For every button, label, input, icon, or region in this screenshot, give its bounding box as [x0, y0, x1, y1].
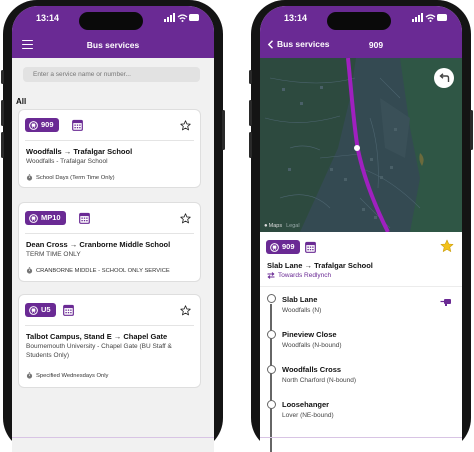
card-divider	[25, 325, 194, 326]
app-bar: 13:14 Bus services	[12, 6, 214, 58]
service-number: U5	[41, 305, 51, 314]
stop-name: Woodfalls Cross	[282, 365, 342, 374]
map-attribution: ● Maps Legal	[264, 223, 300, 229]
stop-location: Lover (NE-bound)	[282, 412, 334, 419]
service-note: Specified Wednesdays Only	[26, 372, 108, 379]
phone-button	[1, 100, 4, 126]
route-subtitle: Woodfalls - Trafalgar School	[26, 158, 108, 165]
dynamic-island	[79, 12, 143, 30]
page-title: 909	[368, 40, 384, 50]
route-subtitle: TERM TIME ONLY	[26, 251, 81, 258]
route-title: Woodfalls → Trafalgar School	[26, 147, 133, 156]
phone-frame-right: 13:14 Bus services 909 ● Maps Legal 909 …	[249, 0, 473, 452]
bus-services-screen: 13:14 Bus services Enter a service name …	[12, 6, 214, 452]
route-map[interactable]: ● Maps Legal	[260, 58, 462, 232]
timetable-icon[interactable]	[63, 304, 74, 316]
phone-button	[222, 110, 225, 150]
chevron-left-icon	[267, 39, 273, 49]
apple-logo-icon: ●	[264, 223, 268, 229]
recenter-arrow-icon	[438, 73, 449, 82]
bus-icon	[29, 213, 38, 223]
status-time: 13:14	[284, 13, 308, 23]
stop-marker	[267, 365, 276, 374]
status-icons	[412, 13, 447, 22]
stop-location: North Charford (N-bound)	[282, 377, 357, 384]
recenter-button[interactable]	[434, 68, 454, 88]
favourite-star-icon[interactable]	[180, 120, 191, 131]
stop-marker	[267, 330, 276, 339]
service-note: School Days (Term Time Only)	[26, 174, 115, 181]
stop-location: Woodfalls (N)	[282, 307, 322, 314]
route-title: Slab Lane → Trafalgar School	[267, 261, 373, 270]
route-subtitle: Bournemouth University - Chapel Gate (BU…	[26, 343, 172, 359]
stopwatch-icon	[26, 372, 33, 379]
section-label: All	[16, 97, 27, 106]
route-title: Talbot Campus, Stand E → Chapel Gate	[26, 332, 168, 341]
service-badge: 909	[25, 118, 59, 132]
service-number: MP10	[41, 213, 61, 222]
service-card[interactable]: U5 Talbot Campus, Stand E → Chapel Gate …	[18, 294, 201, 388]
status-time: 13:14	[36, 13, 60, 23]
card-divider	[25, 233, 194, 234]
phone-button	[249, 100, 252, 126]
stop-location: Woodfalls (N-bound)	[282, 342, 342, 349]
status-icons	[164, 13, 199, 22]
service-note: CRANBORNE MIDDLE - SCHOOL ONLY SERVICE	[26, 267, 170, 274]
app-bar: 13:14 Bus services 909	[260, 6, 462, 58]
stop-marker	[267, 294, 276, 303]
service-card[interactable]: MP10 Dean Cross → Cranborne Middle Schoo…	[18, 202, 201, 282]
bus-icon	[29, 120, 38, 130]
bottom-divider	[12, 437, 214, 438]
timetable-icon[interactable]	[305, 241, 316, 253]
dynamic-island	[327, 12, 391, 30]
swap-arrows-icon	[267, 272, 275, 279]
stop-name: Slab Lane	[282, 295, 318, 304]
direction-toggle[interactable]: Towards Redlynch	[267, 272, 331, 279]
bus-icon	[29, 305, 38, 315]
panel-divider	[260, 286, 462, 287]
favourite-star-icon[interactable]	[180, 213, 191, 224]
stop-marker	[267, 400, 276, 409]
arrow-right-icon: →	[69, 240, 78, 249]
favourite-star-filled-icon[interactable]	[440, 239, 454, 253]
bottom-divider	[260, 437, 462, 438]
bus-stop-pointer-icon	[440, 299, 451, 306]
service-number: 909	[282, 242, 295, 251]
phone-button	[1, 132, 4, 158]
service-badge: 909	[266, 240, 300, 254]
stops-timeline-line	[270, 304, 272, 452]
service-badge: MP10	[25, 211, 66, 225]
stopwatch-icon	[26, 174, 33, 181]
service-number: 909	[41, 120, 54, 129]
bus-icon	[270, 242, 279, 252]
stop-name: Pineview Close	[282, 330, 337, 339]
phone-frame-left: 13:14 Bus services Enter a service name …	[1, 0, 225, 452]
service-detail-screen: 13:14 Bus services 909 ● Maps Legal 909 …	[260, 6, 462, 452]
timetable-icon[interactable]	[79, 212, 90, 224]
stopwatch-icon	[26, 267, 33, 274]
phone-button	[249, 132, 252, 158]
phone-button	[1, 70, 4, 84]
service-card[interactable]: 909 Woodfalls → Trafalgar School Woodfal…	[18, 109, 201, 188]
page-title: Bus services	[86, 40, 140, 50]
service-badge: U5	[25, 303, 56, 317]
arrow-right-icon: →	[304, 261, 313, 270]
map-canvas	[260, 58, 462, 232]
search-input[interactable]: Enter a service name or number...	[23, 67, 200, 82]
favourite-star-icon[interactable]	[180, 305, 191, 316]
service-detail-panel: 909 Slab Lane → Trafalgar School Towards…	[260, 232, 462, 452]
timetable-icon[interactable]	[72, 119, 83, 131]
card-divider	[25, 140, 194, 141]
phone-button	[470, 110, 473, 150]
arrow-right-icon: →	[113, 332, 122, 341]
stop-name: Loosehanger	[282, 400, 330, 409]
route-title: Dean Cross → Cranborne Middle School	[26, 240, 171, 249]
phone-button	[249, 70, 252, 84]
arrow-right-icon: →	[63, 147, 72, 156]
